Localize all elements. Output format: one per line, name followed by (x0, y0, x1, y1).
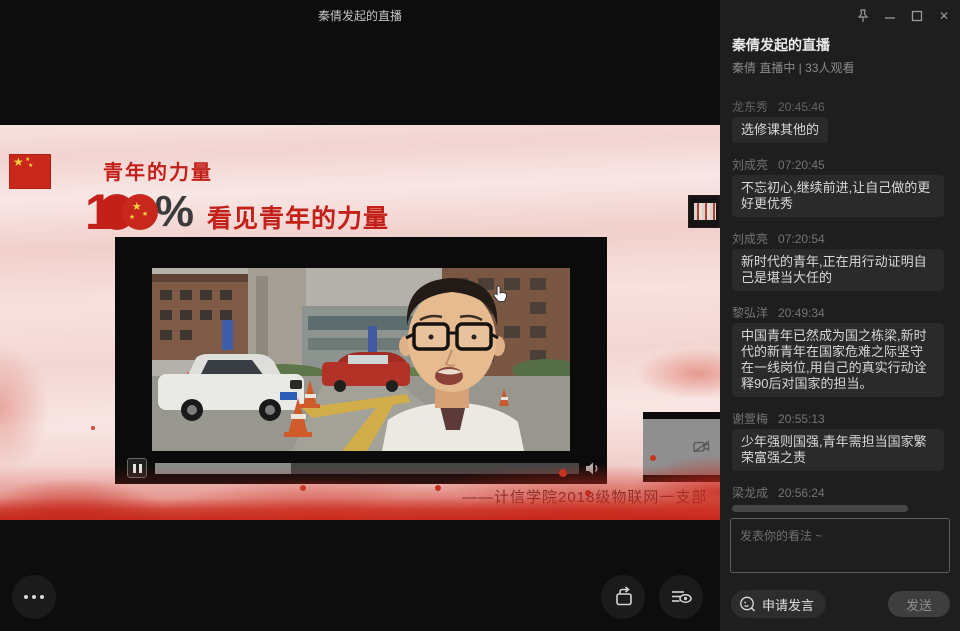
chat-message: 黎弘洋 20:49:34 中国青年已然成为国之栋梁,新时代的新青年在国家危难之际坚… (732, 304, 948, 397)
progress-fill (155, 463, 291, 474)
logo-100-percent: 1 ★★★ % (85, 189, 194, 235)
volume-icon[interactable] (585, 461, 601, 476)
request-speak-label: 申请发言 (762, 595, 814, 614)
participant-thumbnail-camera-off[interactable] (643, 412, 720, 482)
chat-title: 秦倩发起的直播 (732, 35, 830, 55)
chat-message: 刘成亮 07:20:45 不忘初心,继续前进,让自己做的更好更优秀 (732, 156, 948, 217)
faded-incoming-bubble (732, 505, 908, 512)
participant-thumbnail-small[interactable] (688, 195, 720, 228)
more-options-button[interactable] (12, 575, 56, 619)
message-bubble: 中国青年已然成为国之栋梁,新时代的新青年在国家危难之际坚守在一线岗位,用自己的真… (732, 323, 944, 397)
sender-name: 梁龙成 (732, 486, 768, 500)
sender-name: 龙东秀 (732, 100, 768, 114)
close-icon[interactable]: ✕ (936, 8, 952, 24)
chat-input[interactable] (730, 518, 950, 573)
camera-off-icon (693, 440, 710, 453)
chat-message: 刘成亮 07:20:54 新时代的青年,正在用行动证明自己是堪当大任的 (732, 230, 948, 291)
send-button[interactable]: 发送 (888, 591, 950, 617)
minimize-icon[interactable] (882, 8, 898, 24)
sender-name: 刘成亮 (732, 158, 768, 172)
chat-actions: 申请发言 发送 (720, 590, 960, 618)
attendee-list-eye-icon (668, 584, 694, 610)
message-time: 20:55:13 (778, 412, 825, 426)
main-stage: 秦倩发起的直播 ★ ★ ★ 青年的力量 1 ★★★ % 看见青年的力量 (0, 0, 720, 631)
chat-message: 谢萱梅 20:55:13 少年强则国强,青年需担当国家繁荣富强之责 (732, 410, 948, 471)
window-controls: ✕ (855, 8, 952, 24)
message-time: 20:49:34 (778, 306, 825, 320)
message-time: 07:20:54 (778, 232, 825, 246)
chat-message: 龙东秀 20:45:46 选修课其他的 (732, 98, 948, 143)
embedded-video-player[interactable] (115, 237, 607, 484)
message-time: 20:45:46 (778, 100, 825, 114)
pause-button[interactable] (127, 458, 147, 478)
logo-circle-stars: ★★★ (122, 194, 158, 230)
message-bubble: 少年强则国强,青年需担当国家繁荣富强之责 (732, 429, 944, 471)
attendee-list-button[interactable] (659, 575, 703, 619)
message-bubble: 选修课其他的 (732, 117, 828, 143)
sender-name: 刘成亮 (732, 232, 768, 246)
message-time: 20:56:24 (778, 486, 825, 500)
china-flag: ★ ★ ★ (10, 155, 50, 188)
slide-subheading: 看见青年的力量 (207, 199, 389, 235)
sender-name: 黎弘洋 (732, 306, 768, 320)
sender-name: 谢萱梅 (732, 412, 768, 426)
message-time: 07:20:45 (778, 158, 825, 172)
request-speak-icon (739, 595, 757, 613)
message-bubble: 新时代的青年,正在用行动证明自己是堪当大任的 (732, 249, 944, 291)
message-bubble: 不忘初心,继续前进,让自己做的更好更优秀 (732, 175, 944, 217)
stream-status: 秦倩 直播中 | 33人观看 (732, 59, 854, 76)
chat-panel: ✕ 秦倩发起的直播 秦倩 直播中 | 33人观看 龙东秀 20:45:46 选修课… (720, 0, 960, 631)
slide-heading: 青年的力量 (103, 156, 213, 185)
pin-icon[interactable] (855, 8, 871, 24)
hand-cursor (493, 285, 508, 303)
chat-message: 梁龙成 20:56:24 (732, 484, 948, 512)
request-speak-button[interactable]: 申请发言 (731, 590, 826, 618)
maximize-icon[interactable] (909, 8, 925, 24)
shared-slide: ★ ★ ★ 青年的力量 1 ★★★ % 看见青年的力量 (0, 125, 720, 520)
red-dots-decoration (435, 485, 441, 491)
switch-view-icon (610, 584, 636, 610)
slide-caption: ——计信学院2018级物联网一支部 (462, 486, 707, 507)
live-stream-window: 秦倩发起的直播 ★ ★ ★ 青年的力量 1 ★★★ % 看见青年的力量 (0, 0, 960, 631)
chat-message-list[interactable]: 龙东秀 20:45:46 选修课其他的 刘成亮 07:20:45 不忘初心,继续前进… (720, 95, 960, 513)
video-progress-bar[interactable] (155, 463, 579, 474)
switch-view-button[interactable] (601, 575, 645, 619)
stage-title: 秦倩发起的直播 (0, 7, 720, 24)
